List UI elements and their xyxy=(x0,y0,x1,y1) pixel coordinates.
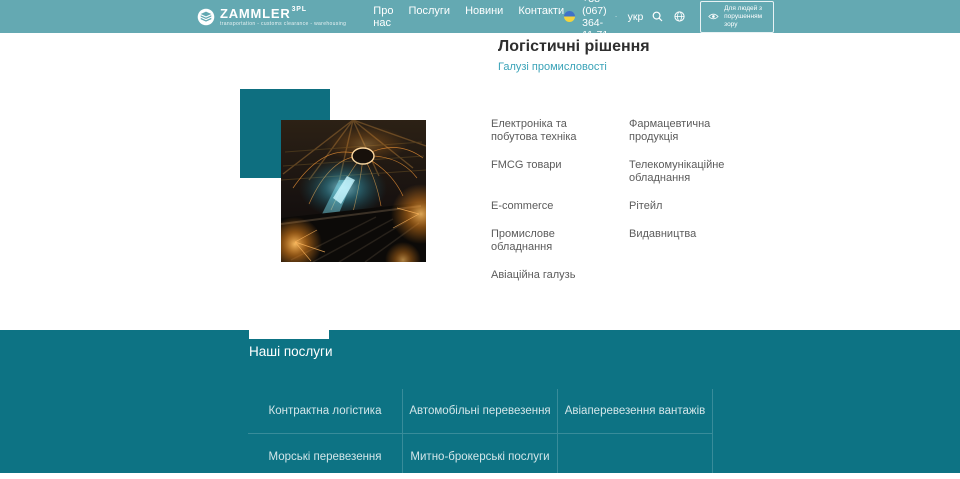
phone-dropdown[interactable]: +38 (067) 364-11-71 xyxy=(582,0,618,41)
globe-icon xyxy=(674,11,685,22)
globe-button[interactable] xyxy=(672,11,687,22)
industry-link-pharma[interactable]: Фармацевтична продукція xyxy=(629,118,741,144)
accessibility-mode-button[interactable]: Для людей з порушенням зору xyxy=(700,1,774,33)
warehouse-lightpainting-photo xyxy=(281,120,426,262)
main-nav: Про нас Послуги Новини Контакти xyxy=(373,5,564,29)
industries-list: Електроніка та побутова техніка Фармацев… xyxy=(491,118,741,282)
industry-link-electronics[interactable]: Електроніка та побутова техніка xyxy=(491,118,615,144)
logo-text: ZAMMLER3PL xyxy=(220,7,346,20)
phone-number: +38 (067) 364-11-71 xyxy=(582,0,611,41)
industries-category-link[interactable]: Галузі промисловості xyxy=(498,61,607,73)
service-cell: Митно-брокерські послуги xyxy=(403,434,558,479)
industry-link-retail[interactable]: Рітейл xyxy=(629,200,741,213)
service-link-air-freight[interactable]: Авіаперевезення вантажів xyxy=(565,405,706,417)
zammler-logo[interactable]: ZAMMLER3PL transportation - customs clea… xyxy=(197,7,346,27)
nav-news[interactable]: Новини xyxy=(465,5,503,29)
accessibility-label: Для людей з порушенням зору xyxy=(724,5,765,29)
service-link-contract-logistics[interactable]: Контрактна логістика xyxy=(269,405,382,417)
service-cell-empty xyxy=(558,434,713,479)
industry-link-ecommerce[interactable]: E-commerce xyxy=(491,200,615,213)
industry-link-fmcg[interactable]: FMCG товари xyxy=(491,159,615,172)
header: ZAMMLER3PL transportation - customs clea… xyxy=(0,0,960,33)
industry-link-telecom[interactable]: Телекомунікаційне обладнання xyxy=(629,159,741,185)
services-section-title: Наші послуги xyxy=(249,344,333,359)
decorative-white-notch xyxy=(249,330,329,339)
search-icon xyxy=(652,11,663,22)
nav-about[interactable]: Про нас xyxy=(373,5,393,29)
nav-services[interactable]: Послуги xyxy=(408,5,450,29)
service-cell: Авіаперевезення вантажів xyxy=(558,389,713,434)
logo-tagline: transportation - customs clearance - war… xyxy=(220,22,346,27)
service-cell: Контрактна логістика xyxy=(248,389,403,434)
logo-sup: 3PL xyxy=(292,6,307,13)
page-title-block: Логістичні рішення Галузі промисловості xyxy=(498,36,650,75)
header-right: +38 (067) 364-11-71 укр xyxy=(564,0,960,41)
nav-contacts[interactable]: Контакти xyxy=(518,5,564,29)
industry-link-aviation[interactable]: Авіаційна галузь xyxy=(491,269,615,282)
eye-icon xyxy=(708,12,719,21)
service-cell: Морські перевезення xyxy=(248,434,403,479)
services-links-grid: Контрактна логістика Автомобільні переве… xyxy=(248,389,713,479)
search-button[interactable] xyxy=(650,11,665,22)
service-cell: Автомобільні перевезення xyxy=(403,389,558,434)
service-link-sea-transport[interactable]: Морські перевезення xyxy=(268,451,381,463)
service-link-customs-broker[interactable]: Митно-брокерські послуги xyxy=(410,451,549,463)
cube-logo-icon xyxy=(197,8,215,26)
ukraine-flag-icon xyxy=(564,11,575,22)
industry-link-industrial[interactable]: Промислове обладнання xyxy=(491,228,615,254)
chevron-down-icon xyxy=(615,14,617,19)
main-content: Логістичні рішення Галузі промисловості … xyxy=(0,33,960,330)
service-link-road-transport[interactable]: Автомобільні перевезення xyxy=(409,405,550,417)
our-services-section: Наші послуги Контрактна логістика Автомо… xyxy=(0,330,960,473)
industry-link-publishing[interactable]: Видавництва xyxy=(629,228,741,241)
language-switch[interactable]: укр xyxy=(628,11,644,23)
